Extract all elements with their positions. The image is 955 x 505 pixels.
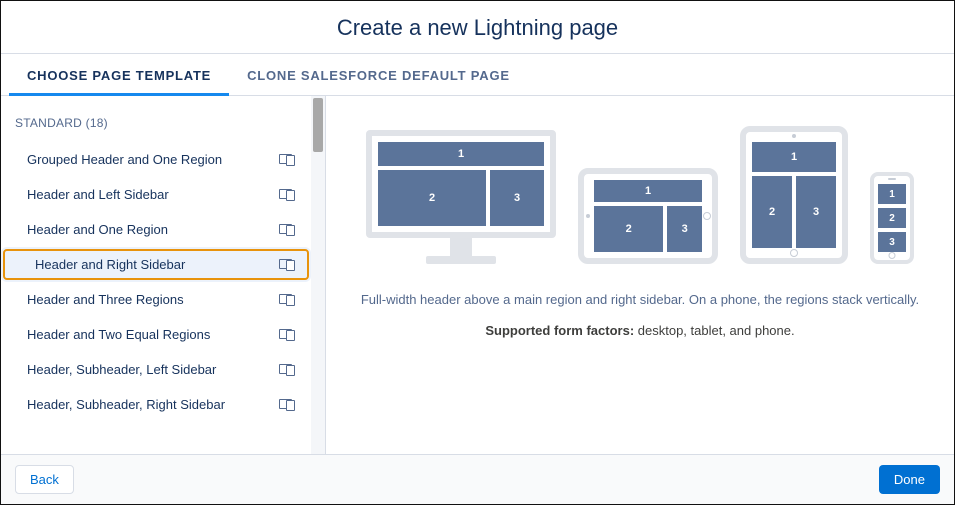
- back-button[interactable]: Back: [15, 465, 74, 494]
- tab-choose-template[interactable]: CHOOSE PAGE TEMPLATE: [9, 54, 229, 95]
- template-item[interactable]: Header, Subheader, Right Sidebar: [1, 387, 311, 422]
- template-item[interactable]: Header and One Region: [1, 212, 311, 247]
- template-item[interactable]: Header and Three Regions: [1, 282, 311, 317]
- supported-form-factors: Supported form factors: desktop, tablet,…: [485, 323, 794, 338]
- template-group-header: STANDARD (18): [1, 96, 311, 142]
- template-sidebar: STANDARD (18) Grouped Header and One Reg…: [1, 96, 326, 454]
- preview-phone: 1 2 3: [870, 172, 914, 264]
- modal-footer: Back Done: [1, 454, 954, 504]
- scrollbar-thumb[interactable]: [313, 98, 323, 152]
- region-1: 1: [594, 180, 702, 202]
- region-3: 3: [490, 170, 544, 226]
- template-item[interactable]: Header and Two Equal Regions: [1, 317, 311, 352]
- form-factor-icon: [279, 224, 295, 236]
- region-3: 3: [796, 176, 836, 248]
- form-factor-icon: [279, 399, 295, 411]
- region-1: 1: [378, 142, 544, 166]
- region-2: 2: [378, 170, 486, 226]
- region-3: 3: [878, 232, 906, 252]
- preview-desktop: 1 2 3: [366, 130, 556, 264]
- template-preview-pane: 1 2 3 1 2 3: [326, 96, 954, 454]
- done-button[interactable]: Done: [879, 465, 940, 494]
- region-1: 1: [878, 184, 906, 204]
- form-factor-icon: [279, 294, 295, 306]
- device-previews: 1 2 3 1 2 3: [366, 126, 914, 264]
- form-factor-icon: [279, 259, 295, 271]
- tab-clone-default[interactable]: CLONE SALESFORCE DEFAULT PAGE: [229, 54, 528, 95]
- scrollbar-track[interactable]: [311, 96, 325, 454]
- template-item[interactable]: Grouped Header and One Region: [1, 142, 311, 177]
- form-factor-icon: [279, 189, 295, 201]
- preview-tablet-portrait: 1 2 3: [740, 126, 848, 264]
- modal-header: Create a new Lightning page: [1, 1, 954, 54]
- template-item[interactable]: Header, Subheader, Left Sidebar: [1, 352, 311, 387]
- preview-tablet-landscape: 1 2 3: [578, 168, 718, 264]
- region-2: 2: [752, 176, 792, 248]
- modal-title: Create a new Lightning page: [1, 15, 954, 41]
- region-2: 2: [594, 206, 663, 252]
- region-1: 1: [752, 142, 836, 172]
- template-item-selected[interactable]: Header and Right Sidebar: [1, 247, 311, 282]
- form-factor-icon: [279, 154, 295, 166]
- region-3: 3: [667, 206, 702, 252]
- template-list: Grouped Header and One Region Header and…: [1, 142, 311, 422]
- template-item[interactable]: Header and Left Sidebar: [1, 177, 311, 212]
- region-2: 2: [878, 208, 906, 228]
- form-factor-icon: [279, 329, 295, 341]
- tab-bar: CHOOSE PAGE TEMPLATE CLONE SALESFORCE DE…: [1, 54, 954, 96]
- template-description: Full-width header above a main region an…: [361, 292, 919, 307]
- form-factor-icon: [279, 364, 295, 376]
